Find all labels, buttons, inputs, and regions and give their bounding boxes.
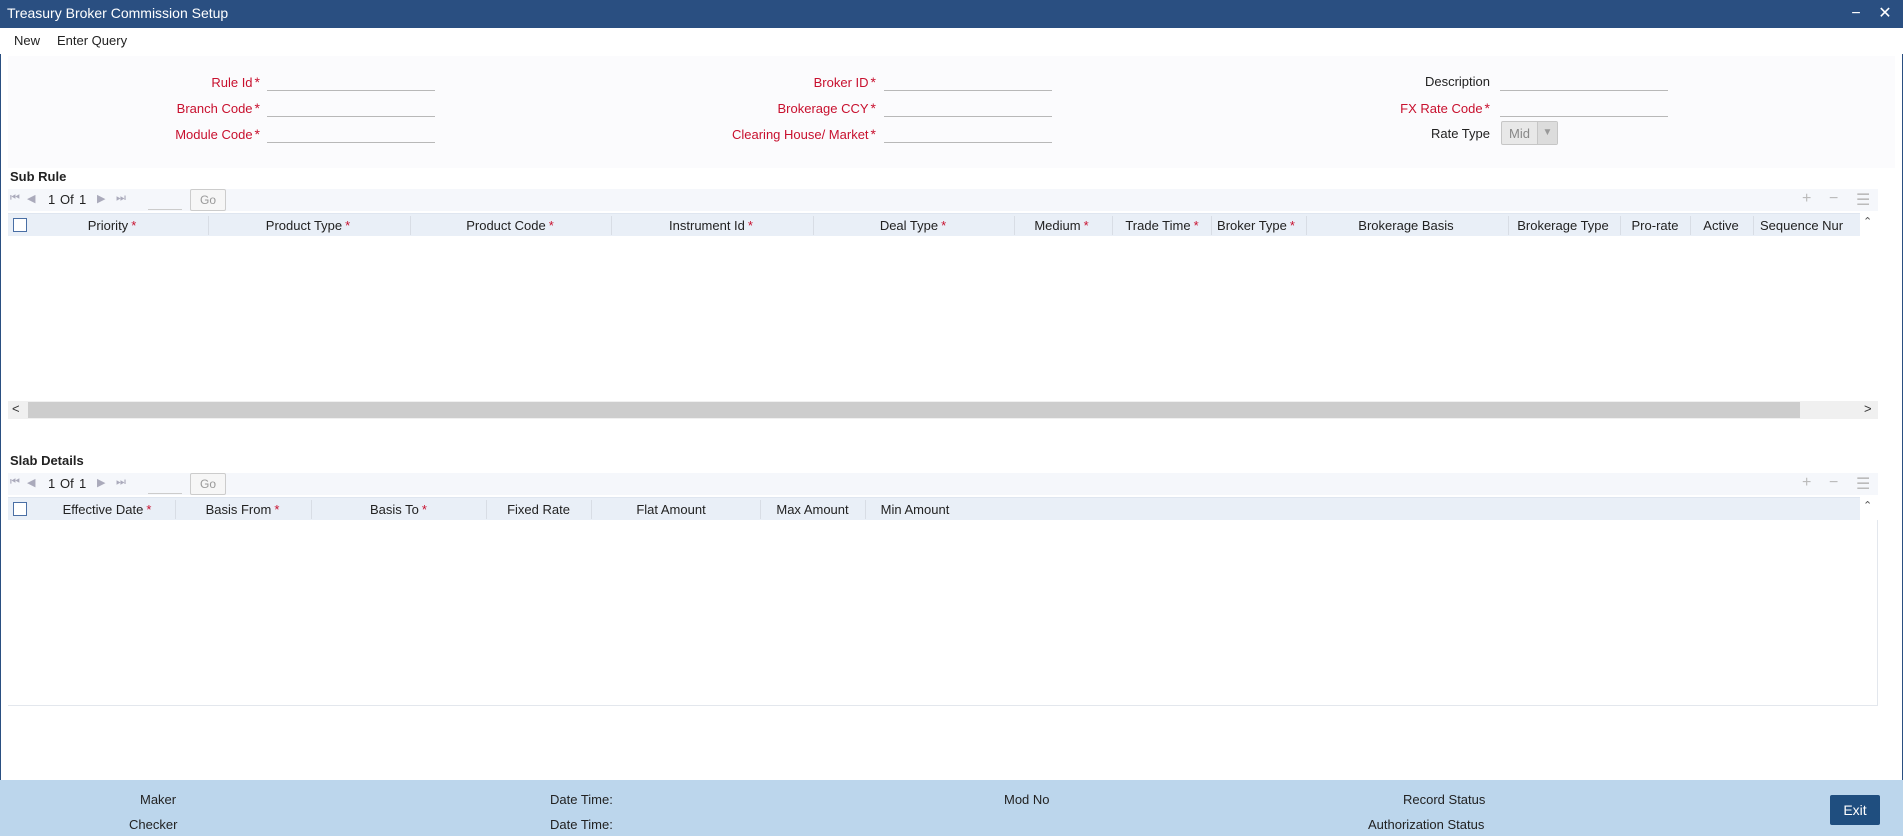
chevron-down-icon[interactable]: ▼: [1537, 122, 1557, 144]
col-max-amount[interactable]: Max Amount: [760, 502, 865, 517]
scroll-left-icon[interactable]: <: [12, 401, 20, 416]
last-page-icon[interactable]: ⏭: [116, 192, 126, 205]
slab-grid-header-filler: [968, 497, 1868, 520]
col-brokerage-type[interactable]: Brokerage Type: [1508, 218, 1618, 233]
page-current: 1: [48, 192, 56, 207]
rate-type-value: Mid: [1509, 126, 1530, 141]
record-status-label: Record Status: [1403, 792, 1486, 807]
single-view-icon[interactable]: ☰: [1856, 190, 1870, 210]
previous-page-icon[interactable]: ◀: [27, 476, 35, 489]
fx-rate-code-input[interactable]: [1500, 97, 1668, 117]
broker-id-input[interactable]: [884, 71, 1052, 91]
fx-rate-code-label: FX Rate Code *: [1400, 100, 1490, 116]
scroll-up-icon[interactable]: ⌃: [1863, 215, 1872, 228]
enter-query-button[interactable]: Enter Query: [57, 33, 127, 48]
toolbar: New Enter Query: [0, 28, 1903, 54]
brokerage-ccy-input[interactable]: [884, 97, 1052, 117]
first-page-icon[interactable]: ⏮: [10, 476, 20, 489]
scroll-right-icon[interactable]: >: [1864, 401, 1872, 416]
next-page-icon[interactable]: ▶: [97, 192, 105, 205]
single-view-icon[interactable]: ☰: [1856, 474, 1870, 494]
slab-details-title: Slab Details: [10, 453, 84, 468]
authorization-status-label: Authorization Status: [1368, 817, 1485, 832]
clearing-house-label: Clearing House/ Market *: [731, 126, 876, 142]
minimize-icon[interactable]: −: [1845, 3, 1867, 25]
col-min-amount[interactable]: Min Amount: [865, 502, 965, 517]
page-number-input[interactable]: [148, 474, 182, 494]
rule-id-label: Rule Id *: [211, 74, 260, 90]
select-all-checkbox[interactable]: [13, 218, 27, 232]
col-pro-rate[interactable]: Pro-rate: [1620, 218, 1690, 233]
col-product-type[interactable]: Product Type *: [208, 218, 408, 233]
sub-rule-title: Sub Rule: [10, 169, 67, 184]
col-flat-amount[interactable]: Flat Amount: [591, 502, 751, 517]
branch-code-input[interactable]: [267, 97, 435, 117]
page-total: 1: [79, 476, 87, 491]
description-label: Description: [1424, 74, 1490, 89]
delete-row-icon[interactable]: −: [1829, 190, 1838, 208]
add-row-icon[interactable]: +: [1802, 474, 1811, 492]
maker-date-time-label: Date Time:: [550, 792, 613, 807]
window-title: Treasury Broker Commission Setup: [7, 5, 229, 21]
exit-button[interactable]: Exit: [1830, 795, 1880, 825]
select-all-checkbox[interactable]: [13, 502, 27, 516]
description-input[interactable]: [1500, 71, 1668, 91]
title-bar: Treasury Broker Commission Setup − ✕: [0, 0, 1903, 28]
col-sequence-number[interactable]: Sequence Nur: [1760, 218, 1864, 233]
add-row-icon[interactable]: +: [1802, 190, 1811, 208]
delete-row-icon[interactable]: −: [1829, 474, 1838, 492]
page-of-label: Of: [60, 192, 74, 207]
page-total: 1: [79, 192, 87, 207]
rate-type-label: Rate Type: [1430, 126, 1490, 141]
rule-id-input[interactable]: [267, 71, 435, 91]
go-button[interactable]: Go: [190, 473, 226, 495]
col-broker-type[interactable]: Broker Type *: [1211, 218, 1301, 233]
module-code-label: Module Code *: [175, 126, 260, 142]
clearing-house-input[interactable]: [884, 123, 1052, 143]
brokerage-ccy-label: Brokerage CCY *: [777, 100, 877, 116]
next-page-icon[interactable]: ▶: [97, 476, 105, 489]
sub-rule-grid-header: Priority * Product Type * Product Code * In…: [8, 213, 1878, 236]
audit-footer: Maker Checker Date Time: Date Time: Mod …: [0, 780, 1903, 836]
col-medium[interactable]: Medium *: [1014, 218, 1109, 233]
last-page-icon[interactable]: ⏭: [116, 476, 126, 489]
col-instrument-id[interactable]: Instrument Id *: [611, 218, 811, 233]
first-page-icon[interactable]: ⏮: [10, 192, 20, 205]
col-basis-to[interactable]: Basis To *: [311, 502, 486, 517]
slab-grid-body: [8, 520, 1878, 706]
sub-rule-grid-body: [8, 237, 1878, 400]
module-code-input[interactable]: [267, 123, 435, 143]
checker-label: Checker: [129, 817, 178, 832]
col-fixed-rate[interactable]: Fixed Rate: [486, 502, 591, 517]
go-button[interactable]: Go: [190, 189, 226, 211]
scroll-up-icon[interactable]: ⌃: [1863, 499, 1872, 512]
col-priority[interactable]: Priority *: [32, 218, 192, 233]
page-number-input[interactable]: [148, 190, 182, 210]
page-of-label: Of: [60, 476, 74, 491]
col-brokerage-basis[interactable]: Brokerage Basis: [1306, 218, 1506, 233]
col-trade-time[interactable]: Trade Time *: [1112, 218, 1212, 233]
previous-page-icon[interactable]: ◀: [27, 192, 35, 205]
col-effective-date[interactable]: Effective Date *: [32, 502, 182, 517]
page-current: 1: [48, 476, 56, 491]
sub-rule-horizontal-scrollbar[interactable]: < >: [8, 401, 1878, 419]
checker-date-time-label: Date Time:: [550, 817, 613, 832]
sub-rule-pager: ⏮ ◀ 1 Of 1 ▶ ⏭ Go + − ☰: [8, 189, 1878, 211]
slab-grid-header: Effective Date * Basis From * Basis To * Fi…: [8, 497, 968, 520]
broker-id-label: Broker ID *: [813, 74, 876, 90]
scroll-thumb[interactable]: [28, 402, 1800, 418]
slab-pager: ⏮ ◀ 1 Of 1 ▶ ⏭ Go + − ☰: [8, 473, 1878, 495]
new-button[interactable]: New: [14, 33, 40, 48]
branch-code-label: Branch Code *: [176, 100, 260, 116]
col-deal-type[interactable]: Deal Type *: [813, 218, 1013, 233]
mod-no-label: Mod No: [1004, 792, 1050, 807]
col-product-code[interactable]: Product Code *: [410, 218, 610, 233]
col-active[interactable]: Active: [1690, 218, 1752, 233]
close-icon[interactable]: ✕: [1874, 3, 1896, 25]
rate-type-select[interactable]: Mid ▼: [1501, 121, 1558, 145]
col-basis-from[interactable]: Basis From *: [175, 502, 310, 517]
maker-label: Maker: [140, 792, 177, 807]
